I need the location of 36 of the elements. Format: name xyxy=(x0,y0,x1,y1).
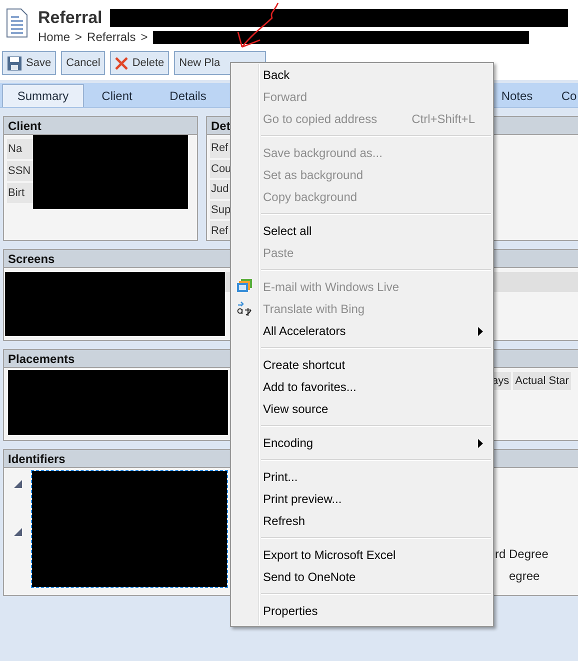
expand-triangle-icon[interactable] xyxy=(14,528,22,536)
menu-item[interactable]: Print... xyxy=(231,466,493,488)
tab[interactable]: Co xyxy=(548,84,578,107)
menu-item[interactable]: All Accelerators xyxy=(231,320,493,342)
column-header: Actual Star xyxy=(513,372,571,390)
email-icon xyxy=(236,279,253,294)
menu-item[interactable]: Add to favorites... xyxy=(231,376,493,398)
page-title: Referral xyxy=(38,8,102,28)
menu-item[interactable]: Refresh xyxy=(231,510,493,532)
breadcrumb-link[interactable]: Home xyxy=(38,30,70,44)
tab[interactable]: Summary xyxy=(2,84,84,107)
close-icon xyxy=(115,56,128,70)
breadcrumb-link[interactable]: Referrals xyxy=(87,30,136,44)
menu-item[interactable]: View source xyxy=(231,398,493,420)
menu-item[interactable]: Export to Microsoft Excel xyxy=(231,544,493,566)
field-label: Birt xyxy=(7,183,33,203)
menu-item[interactable]: Properties xyxy=(231,600,493,622)
toolbar-button[interactable]: Cancel xyxy=(61,51,106,75)
toolbar-button[interactable]: Save xyxy=(2,51,56,75)
translate-icon xyxy=(236,301,253,317)
submenu-arrow-icon xyxy=(478,326,483,336)
toolbar-button[interactable]: Delete xyxy=(110,51,170,75)
breadcrumb-separator: > xyxy=(75,30,82,44)
tab[interactable]: Client xyxy=(84,84,150,107)
field-label: SSN xyxy=(7,161,33,181)
cell-text: egree xyxy=(508,569,541,583)
field-label: Na xyxy=(7,139,33,159)
submenu-arrow-icon xyxy=(478,438,483,448)
breadcrumb-separator: > xyxy=(140,30,148,44)
menu-item[interactable]: Send to OneNote xyxy=(231,566,493,588)
document-icon xyxy=(6,8,28,38)
menu-item[interactable]: Print preview... xyxy=(231,488,493,510)
cell-text: rd Degree xyxy=(495,547,548,561)
tab[interactable]: Details xyxy=(150,84,226,107)
panel-header: Client xyxy=(4,117,197,135)
expand-triangle-icon[interactable] xyxy=(14,480,22,488)
